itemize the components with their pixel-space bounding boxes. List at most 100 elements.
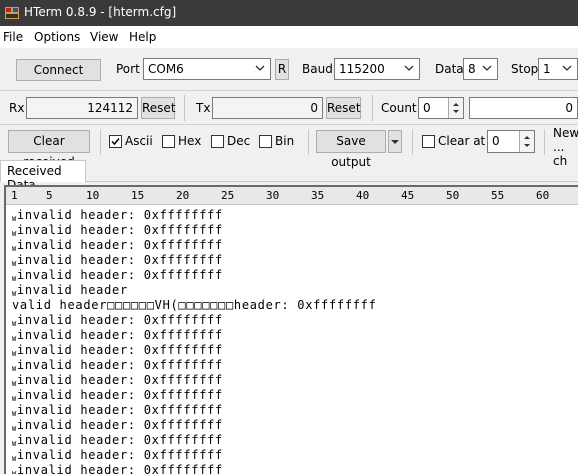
- separator: [100, 129, 101, 155]
- count-spinner[interactable]: [448, 98, 463, 118]
- bin-label: Bin: [275, 134, 295, 148]
- ruler-tick: 30: [266, 189, 280, 202]
- line-text: invalid header: 0xffffffff: [16, 223, 223, 237]
- chevron-down-icon: [255, 65, 265, 71]
- line-text: invalid header: 0xffffffff: [16, 268, 223, 282]
- counters-panel: Rx 124112 Reset Tx 0 Reset Count 0 0: [0, 90, 578, 124]
- count-match-field[interactable]: 0: [469, 97, 578, 119]
- line-text: invalid header: 0xffffffff: [16, 208, 223, 222]
- dec-checkbox[interactable]: [211, 135, 224, 148]
- separator: [184, 95, 185, 121]
- ruler-tick: 5: [46, 189, 53, 202]
- save-output-button[interactable]: Save output: [316, 130, 386, 169]
- baud-label: Baud: [302, 62, 333, 76]
- separator: [412, 129, 413, 155]
- separator: [544, 129, 545, 155]
- hex-checkbox[interactable]: [162, 135, 175, 148]
- menu-options[interactable]: Options: [34, 30, 80, 44]
- ruler-tick: 35: [311, 189, 325, 202]
- line-text: invalid header: 0xffffffff: [16, 463, 223, 474]
- menu-view[interactable]: View: [90, 30, 118, 44]
- terminal-line: Winvalid header: 0xffffffff: [12, 343, 377, 358]
- terminal-line: Winvalid header: [12, 283, 377, 298]
- chevron-down-icon: [562, 65, 572, 71]
- dec-label: Dec: [227, 134, 251, 148]
- dropdown-arrow-icon: [391, 140, 399, 144]
- line-text: valid header□□□□□□VH(□□□□□□□header: 0xff…: [12, 298, 377, 312]
- chevron-down-icon: [482, 65, 492, 71]
- clear-at-value: 0: [492, 134, 500, 148]
- line-text: invalid header: 0xffffffff: [16, 388, 223, 402]
- stop-bits-label: Stop: [511, 62, 539, 76]
- spinner-arrows-icon: [524, 136, 530, 147]
- terminal-lines: Winvalid header: 0xffffffff Winvalid head…: [12, 208, 377, 474]
- terminal-line: Winvalid header: 0xffffffff: [12, 313, 377, 328]
- terminal-line: Winvalid header: 0xffffffff: [12, 433, 377, 448]
- tab-strip-border: [0, 181, 578, 182]
- window-title: HTerm 0.8.9 - [hterm.cfg]: [24, 5, 177, 19]
- line-text: invalid header: 0xffffffff: [16, 253, 223, 267]
- rx-reset-button[interactable]: Reset: [141, 97, 176, 119]
- ruler-tick: 15: [131, 189, 145, 202]
- terminal-line: Winvalid header: 0xffffffff: [12, 358, 377, 373]
- options-panel: Clear received Ascii Hex Dec Bin Save ou…: [0, 124, 578, 169]
- menu-file[interactable]: File: [3, 30, 23, 44]
- tx-reset-button[interactable]: Reset: [326, 97, 361, 119]
- ascii-checkbox[interactable]: [109, 135, 122, 148]
- tx-label: Tx: [196, 101, 211, 115]
- terminal-line: Winvalid header: 0xffffffff: [12, 448, 377, 463]
- menu-help[interactable]: Help: [129, 30, 156, 44]
- ruler-tick: 1: [11, 189, 18, 202]
- stop-bits-select[interactable]: 1: [538, 58, 578, 80]
- ruler-tick: 45: [401, 189, 415, 202]
- title-bar: HTerm 0.8.9 - [hterm.cfg]: [0, 0, 578, 26]
- rx-count-field: 124112: [26, 97, 138, 119]
- terminal-line: Winvalid header: 0xffffffff: [12, 253, 377, 268]
- column-ruler: 1 5 10 15 20 25 30 35 40 45 50 55 60: [6, 187, 578, 205]
- terminal-line: Winvalid header: 0xffffffff: [12, 418, 377, 433]
- clear-at-checkbox[interactable]: [422, 135, 435, 148]
- line-text: invalid header: 0xffffffff: [16, 358, 223, 372]
- ruler-tick: 20: [176, 189, 190, 202]
- hex-label: Hex: [178, 134, 202, 148]
- data-bits-select[interactable]: 8: [463, 58, 498, 80]
- bin-checkbox[interactable]: [259, 135, 272, 148]
- save-output-dropdown[interactable]: [388, 130, 402, 153]
- tab-received-data[interactable]: Received Data: [0, 160, 86, 192]
- refresh-ports-button[interactable]: R: [275, 59, 289, 80]
- connect-button[interactable]: Connect: [16, 59, 101, 81]
- port-value: COM6: [148, 62, 184, 76]
- ruler-tick: 55: [491, 189, 505, 202]
- newline-label-line2: ... ch: [553, 140, 568, 168]
- line-text: invalid header: 0xffffffff: [16, 238, 223, 252]
- clear-received-button[interactable]: Clear received: [8, 130, 90, 169]
- ruler-tick: 50: [446, 189, 460, 202]
- line-text: invalid header: 0xffffffff: [16, 313, 223, 327]
- line-text: invalid header: 0xffffffff: [16, 433, 223, 447]
- newline-option[interactable]: New ... ch: [553, 126, 578, 168]
- line-text: invalid header: 0xffffffff: [16, 343, 223, 357]
- ruler-tick: 10: [86, 189, 100, 202]
- terminal-line: Winvalid header: 0xffffffff: [12, 463, 377, 474]
- received-data-terminal[interactable]: 1 5 10 15 20 25 30 35 40 45 50 55 60 Win…: [4, 185, 578, 474]
- separator: [308, 129, 309, 155]
- clear-at-label: Clear at: [438, 134, 486, 148]
- terminal-line: Winvalid header: 0xffffffff: [12, 403, 377, 418]
- ruler-tick: 25: [221, 189, 235, 202]
- spinner-arrows-icon: [453, 103, 459, 113]
- terminal-line: Winvalid header: 0xffffffff: [12, 268, 377, 283]
- newline-label-line1: New: [553, 126, 578, 140]
- ruler-tick: 40: [356, 189, 370, 202]
- terminal-line: Winvalid header: 0xffffffff: [12, 373, 377, 388]
- tx-count-field: 0: [212, 97, 323, 119]
- clear-at-spinner[interactable]: [519, 131, 534, 152]
- terminal-line: Winvalid header: 0xffffffff: [12, 208, 377, 223]
- count-input[interactable]: 0: [418, 97, 464, 119]
- clear-at-input[interactable]: 0: [487, 130, 535, 153]
- terminal-line: Winvalid header: 0xffffffff: [12, 238, 377, 253]
- baud-select[interactable]: 115200: [334, 58, 420, 80]
- port-select[interactable]: COM6: [143, 58, 271, 80]
- line-text: invalid header: 0xffffffff: [16, 373, 223, 387]
- count-label: Count: [381, 101, 417, 115]
- menu-bar: File Options View Help: [0, 26, 578, 48]
